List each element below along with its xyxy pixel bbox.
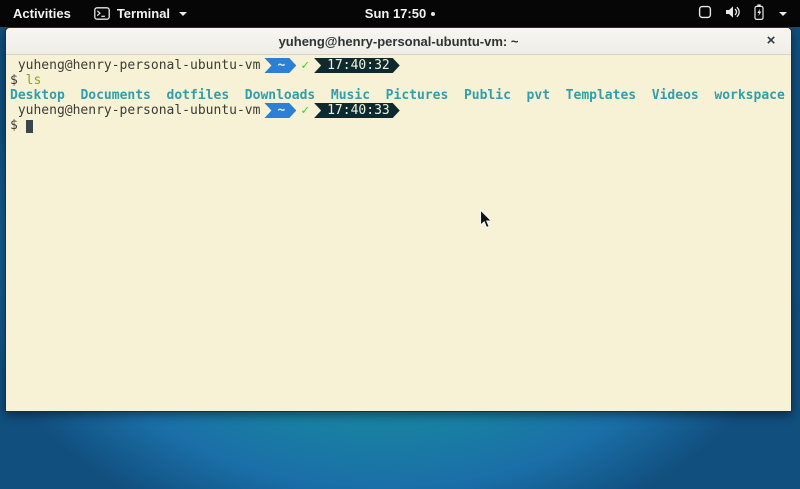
terminal-window: yuheng@henry-personal-ubuntu-vm: ~ × yuh… [5,27,792,412]
directory-entry: Music [331,88,370,103]
directory-entry: Desktop [10,88,65,103]
directory-entry: Public [464,88,511,103]
close-button[interactable]: × [762,32,780,50]
prompt-user: yuheng@henry-personal-ubuntu-vm [18,103,261,118]
prompt-user: yuheng@henry-personal-ubuntu-vm [18,58,261,73]
clock-label: Sun 17:50 [365,6,426,21]
app-menu-label: Terminal [117,6,170,21]
notification-dot-icon [431,12,435,16]
check-icon: ✓ [301,58,309,73]
activities-button[interactable]: Activities [0,0,84,27]
terminal-screen[interactable]: yuheng@henry-personal-ubuntu-vm~✓17:40:3… [6,55,791,411]
command-line: $ ls [10,73,791,88]
shell-symbol: $ [10,118,18,133]
activities-label: Activities [13,6,71,21]
directory-entry: workspace [714,88,784,103]
shell-symbol: $ [10,73,18,88]
typed-command: ls [26,73,42,88]
ls-output-line: Desktop Documents dotfiles Downloads Music Pi… [10,88,791,103]
input-line: $ [10,118,791,133]
prompt-line: yuheng@henry-personal-ubuntu-vm~ ✓ 17:40:3… [10,103,791,118]
directory-entry: Downloads [245,88,315,103]
prompt-line: yuheng@henry-personal-ubuntu-vm~ ✓ 17:40:3… [10,58,791,73]
battery-charging-icon [754,4,764,23]
window-titlebar[interactable]: yuheng@henry-personal-ubuntu-vm: ~ × [6,28,791,55]
prompt-path-segment: ~ [264,103,296,118]
chevron-down-icon [179,12,187,16]
display-icon [698,5,712,22]
volume-icon [725,5,741,22]
directory-entry: Videos [652,88,699,103]
directory-entry: Templates [566,88,636,103]
text-cursor [26,120,34,133]
directory-entry: Pictures [386,88,449,103]
check-icon: ✓ [301,103,309,118]
app-menu[interactable]: Terminal [84,0,197,27]
directory-entry: Documents [80,88,150,103]
directory-entry: dotfiles [167,88,230,103]
prompt-time-segment: 17:40:33 [314,103,400,118]
top-bar: Activities Terminal Sun 17:50 [0,0,800,27]
terminal-app-icon [94,7,110,20]
prompt-time-segment: 17:40:32 [314,58,400,73]
chevron-down-icon [779,12,787,16]
system-status-area[interactable] [685,0,800,27]
directory-entry: pvt [527,88,550,103]
clock-button[interactable]: Sun 17:50 [365,6,435,21]
window-title: yuheng@henry-personal-ubuntu-vm: ~ [279,34,519,49]
prompt-path-segment: ~ [264,58,296,73]
